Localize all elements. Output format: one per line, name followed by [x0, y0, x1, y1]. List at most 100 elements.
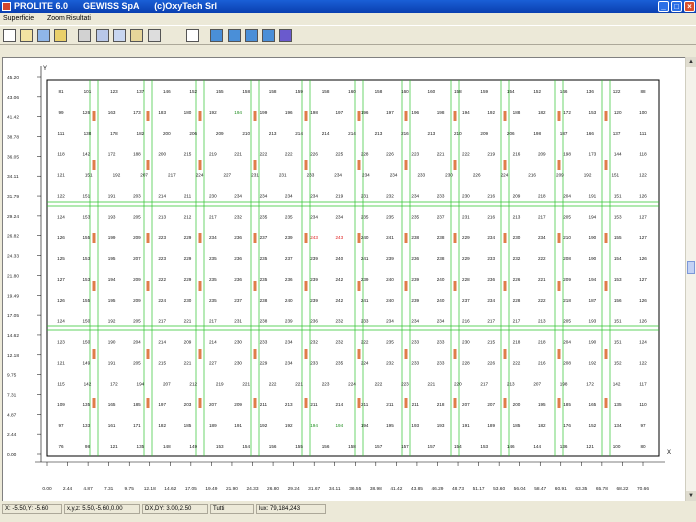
grid-value: 121: [586, 444, 594, 449]
grid-value: 233: [307, 173, 315, 178]
grid-value: 158: [242, 89, 250, 94]
status-coords: X: -5.50,Y: -5.60: [2, 504, 62, 514]
view2-icon[interactable]: [228, 29, 241, 42]
luminaire-marker: [404, 398, 408, 408]
grid-value: 146: [507, 444, 515, 449]
grid-value: 235: [260, 256, 268, 261]
grid-value: 194: [361, 423, 369, 428]
luminaire-icon[interactable]: [78, 29, 91, 42]
view3-icon[interactable]: [245, 29, 258, 42]
scroll-down-icon[interactable]: ▼: [686, 491, 696, 501]
page-icon[interactable]: [186, 29, 199, 42]
grid-value: 180: [184, 110, 192, 115]
vertical-scrollbar[interactable]: ▲ ▼: [685, 57, 696, 501]
maximize-button[interactable]: □: [671, 1, 682, 12]
open-icon[interactable]: [20, 29, 33, 42]
grid-value: 209: [563, 277, 571, 282]
grid-value: 232: [234, 214, 242, 219]
grid-value: 153: [82, 214, 90, 219]
grid-value: 212: [189, 381, 197, 386]
x-axis-label: X: [667, 450, 671, 456]
edit-icon[interactable]: [37, 29, 50, 42]
grid-value: 204: [563, 193, 571, 198]
search-icon[interactable]: [96, 29, 109, 42]
luminaire-marker: [453, 160, 457, 170]
grid-value: 185: [133, 402, 141, 407]
luminaire-marker: [92, 281, 96, 291]
grid-value: 111: [58, 131, 65, 136]
close-button[interactable]: ×: [684, 1, 695, 12]
grid-value: 137: [613, 131, 621, 136]
grid-value: 233: [310, 360, 318, 365]
x-tick-label: 36.55: [349, 486, 361, 492]
grid-value: 190: [589, 256, 597, 261]
luminaire-marker: [253, 398, 257, 408]
grid-value: 233: [361, 319, 369, 324]
grid-value: 161: [108, 423, 116, 428]
grid-value: 234: [411, 319, 419, 324]
luminaire-marker: [503, 233, 507, 243]
y-tick-label: 0.00: [7, 452, 17, 458]
luminaire-marker: [92, 233, 96, 243]
grid-value: 152: [533, 89, 541, 94]
grid-value: 187: [589, 298, 597, 303]
plot-frame: [46, 79, 660, 457]
grid-value-highlight: 243: [336, 235, 344, 240]
rotate-icon[interactable]: [113, 29, 126, 42]
luminaire-marker: [404, 349, 408, 359]
menu-superficie[interactable]: Superficie: [3, 13, 34, 24]
new-icon[interactable]: [3, 29, 16, 42]
x-tick-label: 70.66: [637, 486, 649, 492]
grid-value: 188: [513, 110, 521, 115]
grid-value: 241: [386, 235, 394, 240]
grid-value: 195: [386, 423, 394, 428]
grid-value: 144: [614, 152, 622, 157]
minimize-button[interactable]: _: [658, 1, 669, 12]
grid-value: 216: [528, 173, 536, 178]
x-tick-label: 34.11: [329, 486, 341, 492]
view4-icon[interactable]: [262, 29, 275, 42]
view1-icon[interactable]: [210, 29, 223, 42]
grid-value: 100: [639, 110, 647, 115]
grid-value: 148: [163, 444, 171, 449]
grid-value: 207: [533, 381, 541, 386]
grid-value: 110: [639, 402, 647, 407]
grid-value: 190: [108, 340, 116, 345]
scroll-thumb[interactable]: [687, 261, 695, 274]
grid-value: 226: [487, 360, 495, 365]
x-tick-label: 12.18: [144, 486, 156, 492]
grid-value: 154: [507, 89, 515, 94]
x-tick-label: 31.67: [308, 486, 320, 492]
folder-icon[interactable]: [54, 29, 67, 42]
grid-value: 218: [513, 340, 521, 345]
grid-value: 122: [639, 173, 647, 178]
x-tick-label: 46.29: [431, 486, 443, 492]
x-tick-label: 14.62: [164, 486, 176, 492]
grid-value: 209: [133, 235, 141, 240]
settings-icon[interactable]: [130, 29, 143, 42]
grid-value: 236: [234, 235, 242, 240]
y-axis-label: Y: [43, 66, 47, 72]
luminaire-marker: [453, 233, 457, 243]
grid-value: 120: [614, 110, 622, 115]
view5-icon[interactable]: [279, 29, 292, 42]
luminaire-marker: [503, 281, 507, 291]
menu-zoom[interactable]: Zoom: [47, 13, 65, 24]
grid-value: 126: [639, 256, 647, 261]
scroll-up-icon[interactable]: ▲: [686, 57, 696, 67]
grid-value: 115: [57, 381, 65, 386]
grid-value: 219: [336, 193, 344, 198]
menu-risultati[interactable]: Risultati: [66, 13, 91, 24]
drawing-area[interactable]: Y X 45.20 43.06 41.42 38.78 36.05 34.11 31.79 29.…: [2, 57, 686, 501]
grid-value: 235: [209, 256, 217, 261]
grid-value: 239: [285, 235, 293, 240]
grid-value: 233: [411, 360, 419, 365]
grid-value: 230: [234, 360, 242, 365]
grid-value: 220: [454, 381, 462, 386]
grid-value: 194: [137, 381, 145, 386]
grid-value: 150: [82, 340, 90, 345]
y-tick-label: 9.75: [7, 373, 17, 379]
grid-value: 222: [375, 381, 383, 386]
settings2-icon[interactable]: [148, 29, 161, 42]
grid-value: 153: [82, 277, 90, 282]
